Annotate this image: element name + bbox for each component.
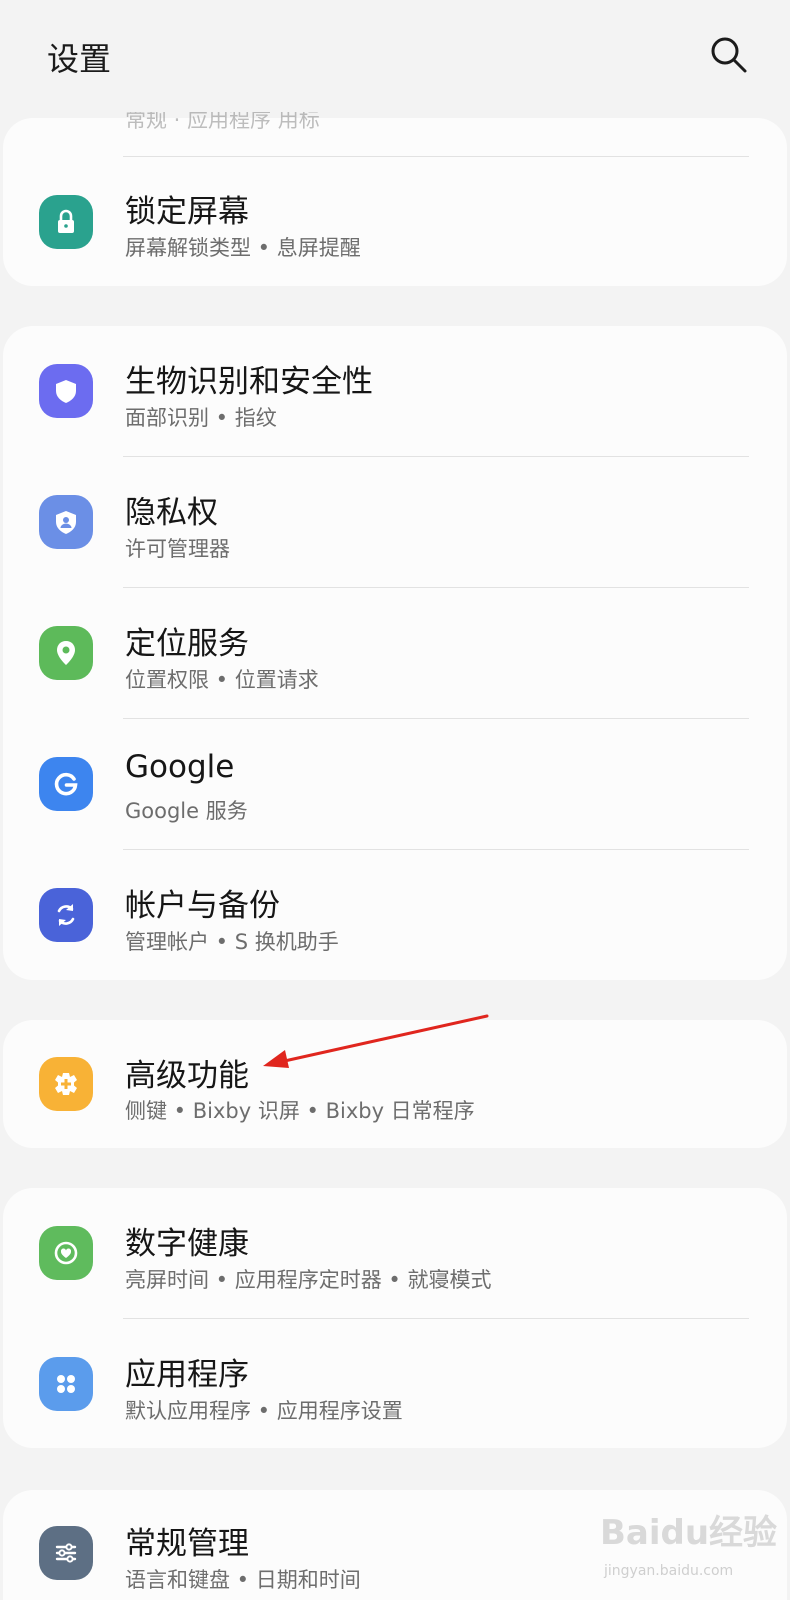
app-header: 设置 [0,0,790,112]
location-pin-icon [39,626,93,680]
heart-ring-icon [39,1226,93,1280]
search-button[interactable] [708,34,748,74]
divider [123,156,749,157]
item-subtitle: 屏幕解锁类型 • 息屏提醒 [125,236,361,260]
sliders-icon [39,1526,93,1580]
settings-card-2: 生物识别和安全性 面部识别 • 指纹 隐私权 许可管理器 定位服务 位置权限 •… [3,326,787,980]
settings-item-location[interactable]: 定位服务 位置权限 • 位置请求 [3,588,787,718]
item-subtitle: 侧键 • Bixby 识屏 • Bixby 日常程序 [125,1099,475,1123]
privacy-shield-icon [39,495,93,549]
settings-item-google[interactable]: Google Google 服务 [3,719,787,849]
shield-icon [39,364,93,418]
item-label: Google [125,749,235,785]
settings-item-lock-screen[interactable]: 锁定屏幕 屏幕解锁类型 • 息屏提醒 [3,158,787,286]
item-subtitle: 语言和键盘 • 日期和时间 [125,1568,361,1592]
settings-item-biometrics[interactable]: 生物识别和安全性 面部识别 • 指纹 [3,326,787,456]
item-label: 应用程序 [125,1357,249,1393]
search-icon [711,37,747,73]
item-subtitle: 许可管理器 [125,537,230,561]
item-label: 锁定屏幕 [125,194,249,230]
item-label: 定位服务 [125,626,249,662]
item-subtitle: Google 服务 [125,799,248,823]
item-label: 生物识别和安全性 [125,364,373,400]
sync-icon [39,888,93,942]
page-title: 设置 [47,40,112,78]
settings-item-accounts[interactable]: 帐户与备份 管理帐户 • S 换机助手 [3,850,787,980]
settings-card-5: 常规管理 语言和键盘 • 日期和时间 [3,1490,787,1600]
item-label: 隐私权 [125,495,218,531]
item-subtitle: 位置权限 • 位置请求 [125,668,319,692]
item-subtitle: 面部识别 • 指纹 [125,406,277,430]
settings-item-privacy[interactable]: 隐私权 许可管理器 [3,457,787,587]
item-label: 帐户与备份 [125,888,280,924]
settings-card-3: 高级功能 侧键 • Bixby 识屏 • Bixby 日常程序 [3,1020,787,1148]
google-icon [39,757,93,811]
item-label: 数字健康 [125,1226,249,1262]
apps-grid-icon [39,1357,93,1411]
settings-item-wellbeing[interactable]: 数字健康 亮屏时间 • 应用程序定时器 • 就寝模式 [3,1188,787,1318]
settings-card-1: 常规 · 应用程序 用标 锁定屏幕 屏幕解锁类型 • 息屏提醒 [3,108,787,286]
item-subtitle: 管理帐户 • S 换机助手 [125,930,339,954]
settings-item-advanced[interactable]: 高级功能 侧键 • Bixby 识屏 • Bixby 日常程序 [3,1020,787,1148]
settings-card-4: 数字健康 亮屏时间 • 应用程序定时器 • 就寝模式 应用程序 默认应用程序 •… [3,1188,787,1448]
settings-item-apps[interactable]: 应用程序 默认应用程序 • 应用程序设置 [3,1319,787,1448]
item-subtitle: 默认应用程序 • 应用程序设置 [125,1399,403,1423]
item-label: 高级功能 [125,1058,249,1094]
settings-item-general[interactable]: 常规管理 语言和键盘 • 日期和时间 [3,1490,787,1600]
gear-plus-icon [39,1057,93,1111]
item-subtitle: 亮屏时间 • 应用程序定时器 • 就寝模式 [125,1268,492,1292]
lock-icon [39,195,93,249]
item-label: 常规管理 [125,1526,249,1562]
